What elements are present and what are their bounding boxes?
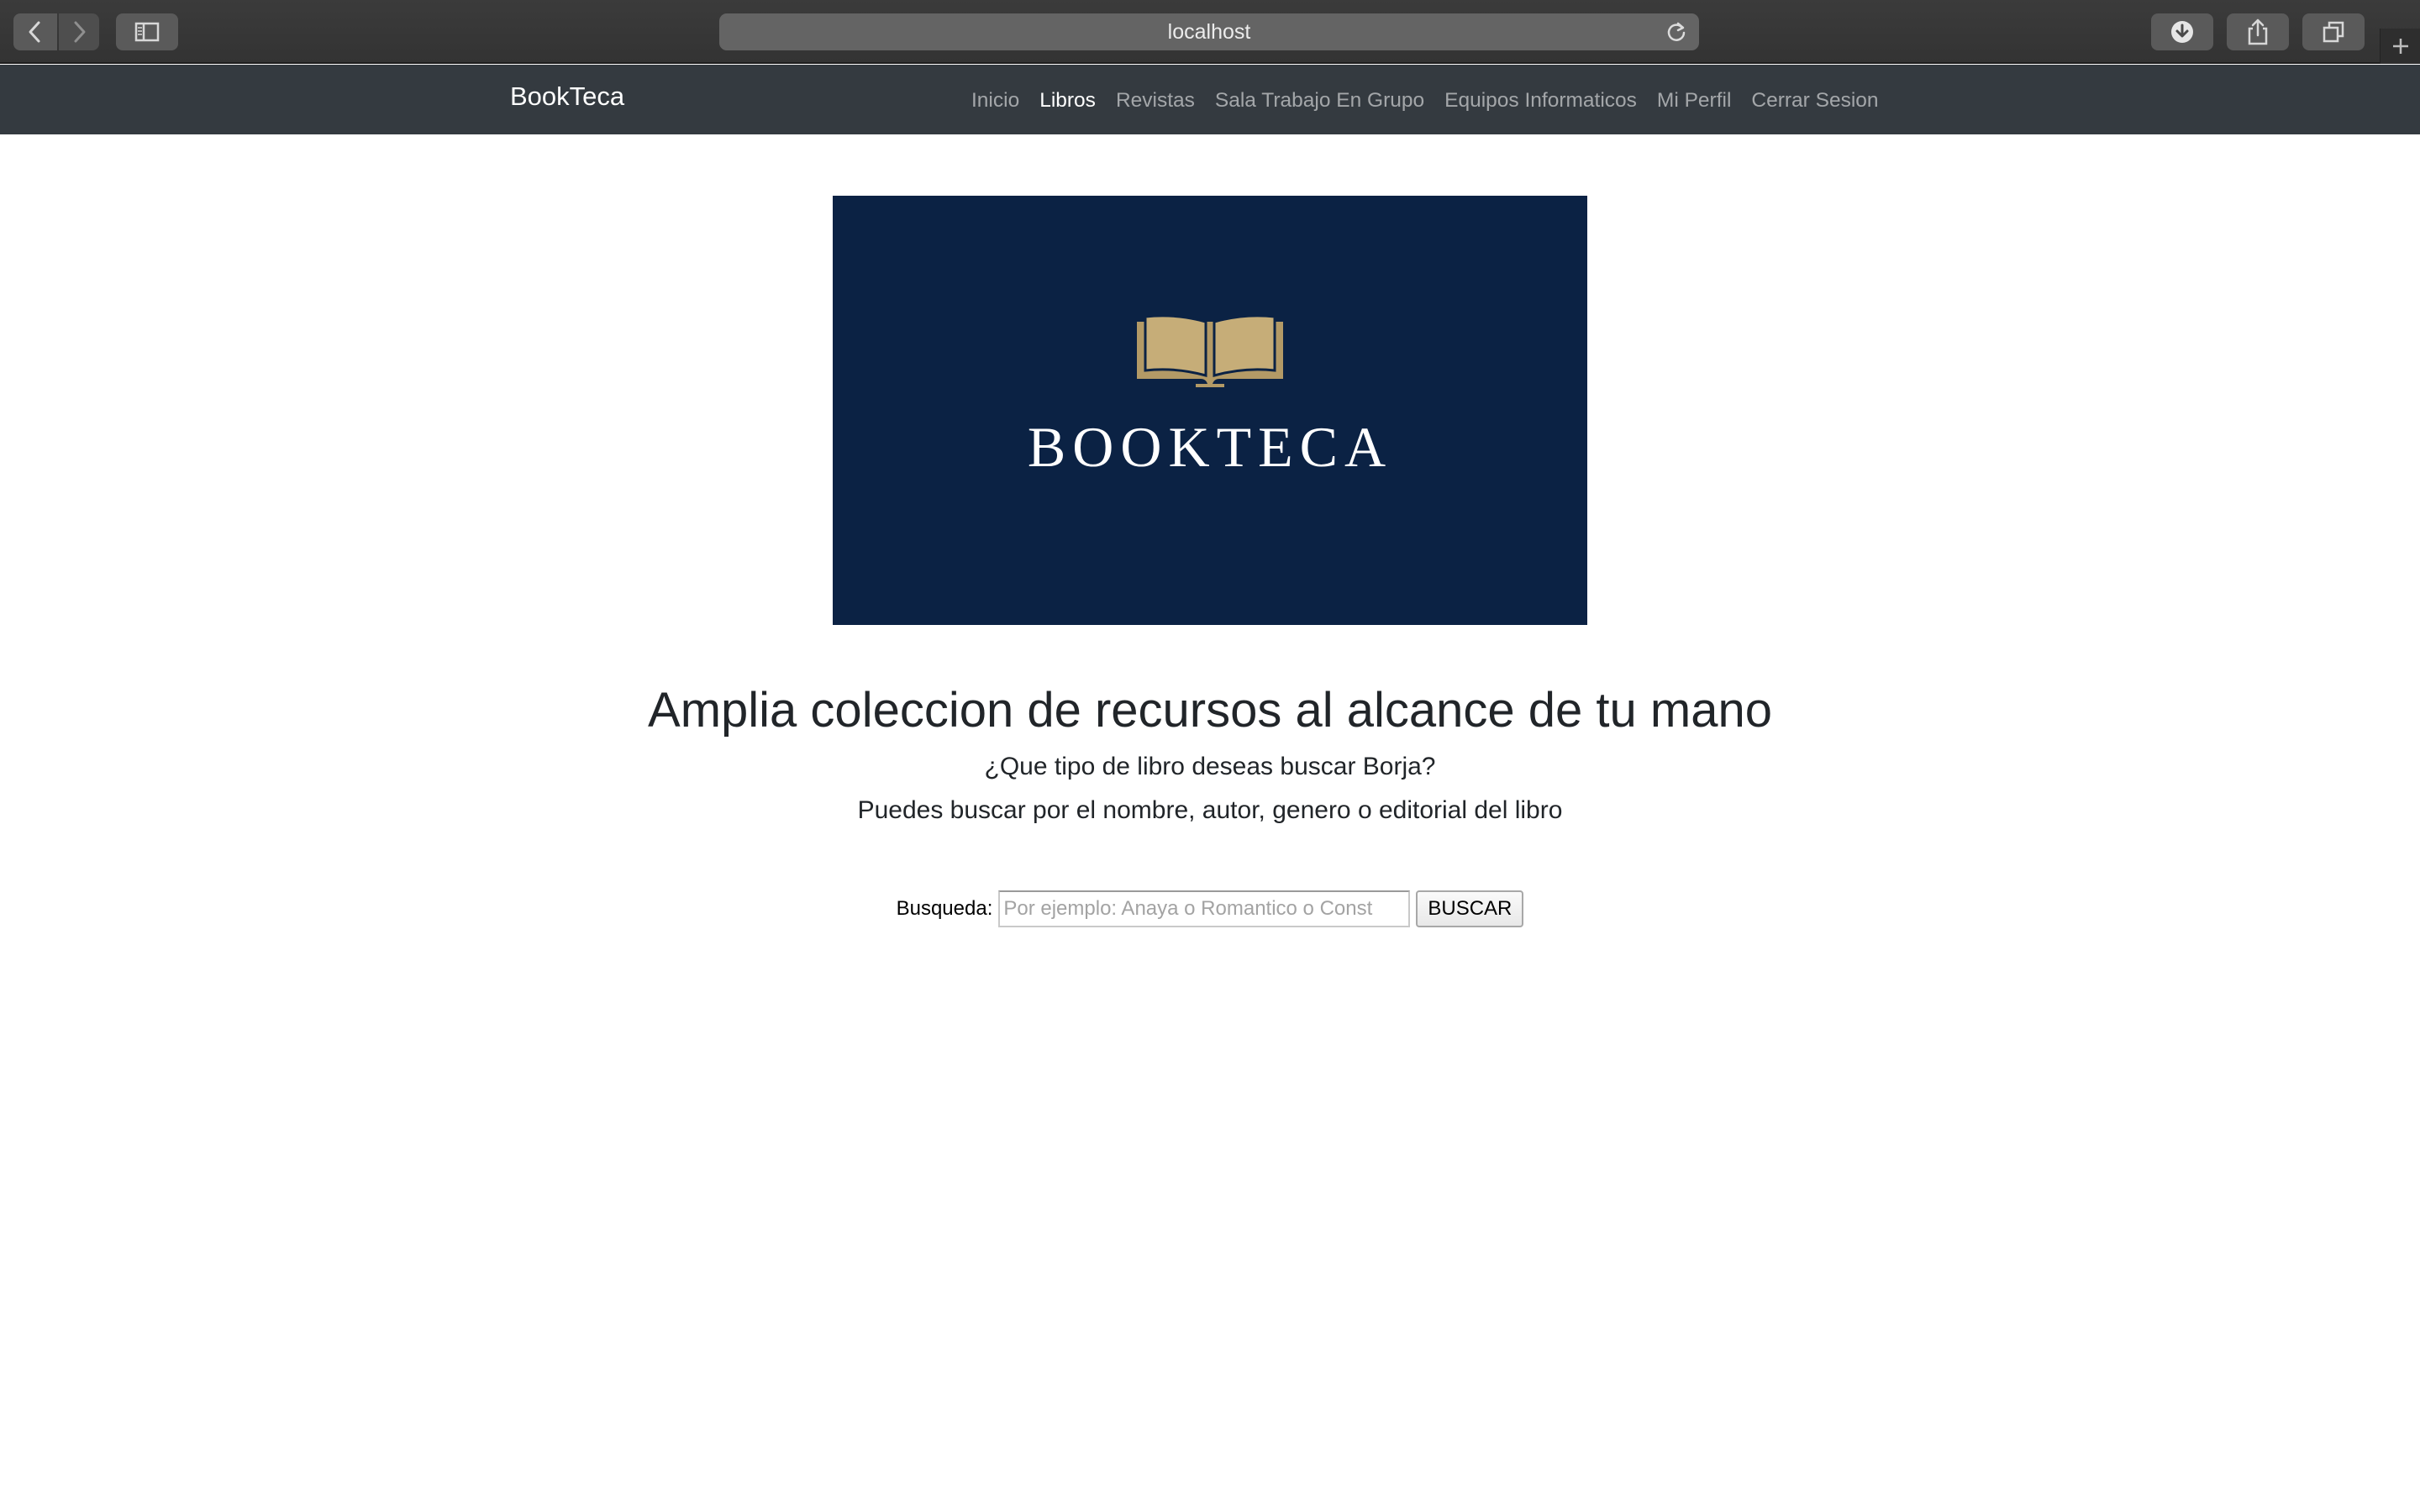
page-headline: Amplia coleccion de recursos al alcance …: [648, 683, 1772, 738]
tabs-overview-icon: [2323, 21, 2344, 43]
share-icon: [2248, 18, 2268, 45]
sidebar-toggle-button[interactable]: [116, 13, 178, 50]
chevron-right-icon: [74, 21, 86, 43]
search-question: ¿Que tipo de libro deseas buscar Borja?: [984, 753, 1436, 780]
search-label: Busqueda:: [896, 897, 993, 920]
browser-toolbar: localhost: [0, 0, 2420, 64]
nav-links: Inicio Libros Revistas Sala Trabajo En G…: [961, 86, 1889, 116]
tab-overview-button[interactable]: [2302, 13, 2365, 50]
nav-link-libros[interactable]: Libros: [1029, 89, 1106, 113]
address-bar[interactable]: localhost: [719, 13, 1699, 50]
downloads-button[interactable]: [2151, 13, 2213, 50]
search-button[interactable]: BUSCAR: [1416, 890, 1524, 927]
open-book-icon: [1137, 315, 1283, 387]
search-hint: Puedes buscar por el nombre, autor, gene…: [857, 796, 1563, 824]
search-input[interactable]: [998, 890, 1411, 927]
share-button[interactable]: [2227, 13, 2289, 50]
plus-icon: [2392, 39, 2408, 54]
nav-link-sala-trabajo[interactable]: Sala Trabajo En Grupo: [1205, 89, 1434, 113]
nav-link-inicio[interactable]: Inicio: [961, 89, 1029, 113]
site-navbar: BookTeca Inicio Libros Revistas Sala Tra…: [0, 65, 2420, 134]
nav-link-equipos[interactable]: Equipos Informaticos: [1434, 89, 1647, 113]
bookteca-logo: BOOKTECA: [833, 196, 1587, 625]
nav-link-revistas[interactable]: Revistas: [1106, 89, 1205, 113]
chevron-left-icon: [29, 21, 40, 43]
forward-button[interactable]: [59, 13, 99, 50]
reload-icon[interactable]: [1665, 21, 1687, 43]
download-icon: [2171, 21, 2193, 43]
nav-link-mi-perfil[interactable]: Mi Perfil: [1647, 89, 1741, 113]
back-button[interactable]: [13, 13, 57, 50]
search-form: Busqueda: BUSCAR: [0, 890, 2420, 927]
new-tab-button[interactable]: [2380, 29, 2420, 64]
nav-link-cerrar-sesion[interactable]: Cerrar Sesion: [1741, 89, 1888, 113]
url-text: localhost: [1167, 19, 1251, 44]
sidebar-icon: [134, 22, 160, 42]
brand-link[interactable]: BookTeca: [510, 81, 624, 112]
logo-wordmark: BOOKTECA: [1027, 415, 1393, 479]
